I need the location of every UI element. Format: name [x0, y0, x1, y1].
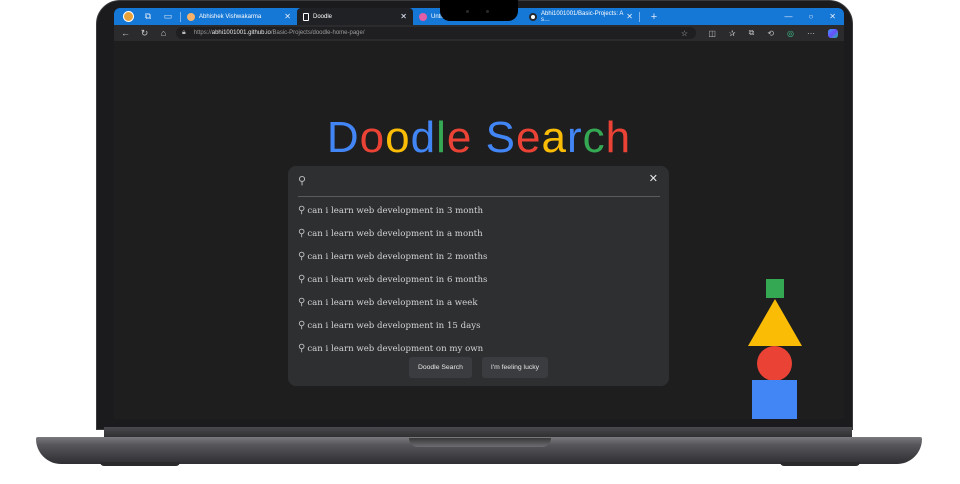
home-icon[interactable]: ⌂	[156, 28, 171, 38]
search-icon: ⚲	[298, 175, 307, 187]
search-icon: ⚲	[298, 251, 306, 262]
clear-icon[interactable]: ✕	[649, 172, 658, 185]
suggestion-text: can i learn web development on my own	[307, 343, 484, 354]
search-bar: ⚲ ✕	[288, 166, 669, 196]
tab-close-icon[interactable]: ✕	[284, 12, 291, 21]
logo-letter: l	[436, 113, 447, 162]
search-icon: ⚲	[298, 274, 306, 285]
camera-dot	[466, 10, 469, 13]
suggestion-item[interactable]: ⚲ can i learn web development in 6 months	[288, 268, 669, 291]
new-tab-button[interactable]: +	[648, 11, 660, 23]
page-icon	[303, 12, 309, 21]
history-icon[interactable]: ⟲	[767, 29, 774, 38]
url-host: abhi1001001.github.io	[211, 30, 271, 36]
suggestion-list: ⚲ can i learn web development in 3 month …	[288, 199, 669, 360]
favorites-icon[interactable]: ✰	[729, 29, 736, 38]
suggestion-item[interactable]: ⚲ can i learn web development in a week	[288, 291, 669, 314]
tab-label: Abhishek Vishwakarma	[199, 13, 262, 20]
minimize-icon[interactable]: —	[784, 12, 792, 21]
search-input[interactable]	[316, 171, 636, 191]
maximize-icon[interactable]: ○	[808, 12, 813, 21]
suggestion-item[interactable]: ⚲ can i learn web development in 2 months	[288, 245, 669, 268]
tab-actions-icon[interactable]: ▭	[162, 11, 174, 23]
doodle-page: Doodle Search ⚲ ✕ ⚲ can i learn web devel…	[114, 41, 844, 419]
logo-letter: o	[359, 113, 386, 162]
browser-toolbar: ← ↻ ⌂ 🔒︎ https:// abhi1001001.github.io …	[114, 25, 844, 41]
sensor-dot	[486, 10, 489, 13]
doodle-search-logo: Doodle Search	[114, 113, 844, 163]
suggestion-text: can i learn web development in a week	[307, 297, 478, 308]
more-menu-icon[interactable]: ⋯	[807, 29, 815, 38]
feeling-lucky-button[interactable]: I'm feeling lucky	[481, 357, 549, 378]
logo-letter	[472, 113, 485, 163]
lock-icon: 🔒︎	[182, 29, 186, 36]
laptop-foot-right	[780, 462, 860, 466]
tab-abhishek[interactable]: Abhishek Vishwakarma ✕	[181, 8, 297, 25]
extension-icon[interactable]: ◎	[787, 29, 794, 38]
tab-label: Abhi1001001/Basic-Projects: A s…	[541, 10, 624, 23]
tab-close-icon[interactable]: ✕	[400, 12, 407, 21]
window-controls: — ○ ✕	[784, 8, 836, 25]
logo-letter: a	[541, 113, 567, 162]
collections-icon[interactable]: ⧉	[749, 28, 755, 38]
tab-favicon	[187, 12, 195, 21]
favorite-star-icon[interactable]: ☆	[681, 29, 688, 38]
tab-separator	[639, 11, 640, 22]
logo-letter: D	[326, 113, 360, 162]
close-window-icon[interactable]: ✕	[829, 12, 836, 21]
suggestion-item[interactable]: ⚲ can i learn web development in 15 days	[288, 314, 669, 337]
blue-square-shape	[752, 380, 797, 419]
tab-label: Doodle	[313, 13, 333, 20]
search-icon: ⚲	[298, 205, 306, 216]
logo-letter: e	[446, 113, 473, 162]
tab-close-icon[interactable]: ✕	[626, 12, 633, 21]
tab-doodle[interactable]: Doodle ✕	[297, 8, 413, 25]
search-icon: ⚲	[298, 343, 306, 354]
copilot-icon[interactable]	[828, 28, 838, 38]
logo-letter: c	[582, 113, 606, 162]
toolbar-actions: ◫ ✰ ⧉ ⟲ ◎ ⋯	[708, 25, 838, 41]
laptop-hinge-notch	[409, 438, 551, 447]
laptop-foot-left	[100, 462, 180, 466]
logo-letter: d	[410, 113, 437, 162]
suggestion-text: can i learn web development in 2 months	[307, 251, 488, 262]
camera-notch	[440, 0, 518, 21]
search-icon: ⚲	[298, 228, 306, 239]
logo-letter: h	[605, 113, 632, 162]
suggestion-item[interactable]: ⚲ can i learn web development in 3 month	[288, 199, 669, 222]
search-divider	[298, 196, 660, 197]
address-bar[interactable]: 🔒︎ https:// abhi1001001.github.io /Basic…	[176, 27, 696, 39]
search-panel: ⚲ ✕ ⚲ can i learn web development in 3 mo…	[288, 166, 669, 386]
workspaces-icon[interactable]: ⧉	[142, 11, 154, 23]
green-square-shape	[766, 279, 784, 298]
doodle-search-button[interactable]: Doodle Search	[408, 357, 472, 378]
laptop-screen: ⧉ ▭ Abhishek Vishwakarma ✕ Doodle ✕ Unti…	[114, 8, 844, 419]
refresh-icon[interactable]: ↻	[137, 28, 152, 39]
logo-letter: e	[515, 113, 542, 162]
red-circle-shape	[757, 346, 792, 381]
url-scheme: https://	[193, 30, 212, 36]
search-buttons: Doodle Search I'm feeling lucky	[288, 357, 669, 378]
back-arrow-icon[interactable]: ←	[118, 28, 133, 38]
tab-github[interactable]: Abhi1001001/Basic-Projects: A s… ✕	[523, 8, 639, 25]
tab-favicon	[419, 12, 427, 21]
suggestion-text: can i learn web development in 3 month	[307, 205, 483, 216]
suggestion-text: can i learn web development in 6 months	[307, 274, 488, 285]
logo-letter: o	[385, 113, 411, 162]
search-icon: ⚲	[298, 320, 306, 331]
logo-letter: r	[566, 113, 583, 162]
suggestion-item[interactable]: ⚲ can i learn web development in a month	[288, 222, 669, 245]
search-icon: ⚲	[298, 297, 306, 308]
github-icon	[529, 12, 537, 21]
logo-letter: S	[485, 113, 516, 162]
suggestion-text: can i learn web development in 15 days	[307, 320, 481, 331]
url-path: /Basic-Projects/doodle-home-page/	[270, 30, 365, 36]
yellow-triangle-shape	[748, 299, 802, 346]
profile-avatar[interactable]	[122, 11, 134, 23]
suggestion-text: can i learn web development in a month	[307, 228, 483, 239]
split-screen-icon[interactable]: ◫	[708, 29, 716, 38]
